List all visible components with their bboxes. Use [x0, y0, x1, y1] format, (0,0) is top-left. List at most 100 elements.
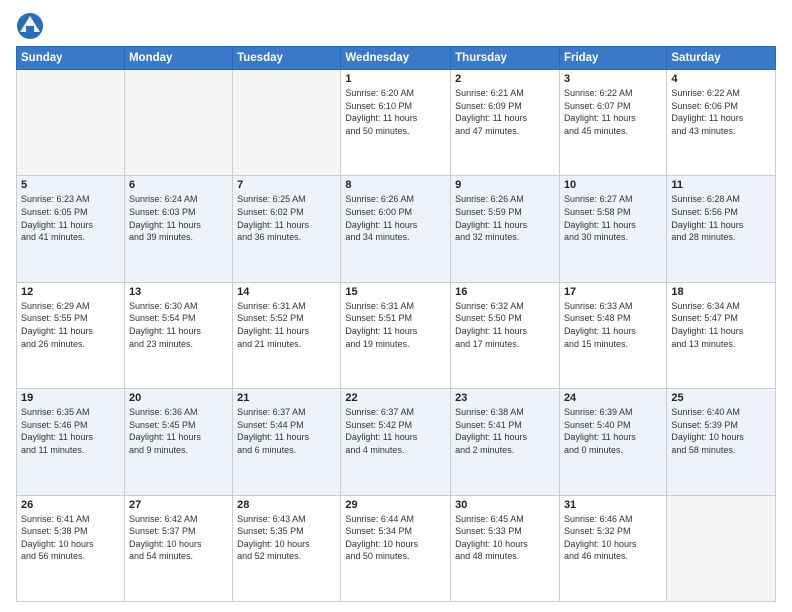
calendar-cell: 20Sunrise: 6:36 AM Sunset: 5:45 PM Dayli…: [124, 389, 232, 495]
day-number: 23: [455, 392, 555, 404]
day-number: 7: [237, 179, 336, 191]
day-info: Sunrise: 6:31 AM Sunset: 5:51 PM Dayligh…: [345, 300, 446, 350]
day-info: Sunrise: 6:41 AM Sunset: 5:38 PM Dayligh…: [21, 513, 120, 563]
calendar-cell: 29 Sunrise: 6:44 AM Sunset: 5:34 PM Dayli…: [341, 495, 451, 601]
calendar-cell: 2Sunrise: 6:21 AM Sunset: 6:09 PM Daylig…: [451, 70, 560, 176]
day-number: 11: [671, 179, 771, 191]
day-info: Sunrise: 6:45 AM Sunset: 5:33 PM Dayligh…: [455, 513, 555, 563]
header: [16, 12, 776, 40]
calendar-cell: 11Sunrise: 6:28 AM Sunset: 5:56 PM Dayli…: [667, 176, 776, 282]
day-number: 14: [237, 286, 336, 298]
day-info: Sunrise: 6:37 AM Sunset: 5:42 PM Dayligh…: [345, 406, 446, 456]
day-number: 8: [345, 179, 446, 191]
calendar-cell: 19 Sunrise: 6:35 AM Sunset: 5:46 PM Dayli…: [17, 389, 125, 495]
calendar-cell: 16 Sunrise: 6:32 AM Sunset: 5:50 PM Dayli…: [451, 282, 560, 388]
calendar-cell: 14 Sunrise: 6:31 AM Sunset: 5:52 PM Dayli…: [233, 282, 341, 388]
day-number: 10: [564, 179, 662, 191]
day-number: 30: [455, 499, 555, 511]
calendar-cell: 5 Sunrise: 6:23 AM Sunset: 6:05 PM Daylig…: [17, 176, 125, 282]
calendar-header-sunday: Sunday: [17, 47, 125, 70]
calendar-cell: 9 Sunrise: 6:26 AM Sunset: 5:59 PM Daylig…: [451, 176, 560, 282]
calendar-cell: 7Sunrise: 6:25 AM Sunset: 6:02 PM Daylig…: [233, 176, 341, 282]
day-info: Sunrise: 6:23 AM Sunset: 6:05 PM Dayligh…: [21, 193, 120, 243]
day-number: 2: [455, 73, 555, 85]
day-info: Sunrise: 6:37 AM Sunset: 5:44 PM Dayligh…: [237, 406, 336, 456]
day-info: Sunrise: 6:22 AM Sunset: 6:07 PM Dayligh…: [564, 87, 662, 137]
calendar-week-row: 26 Sunrise: 6:41 AM Sunset: 5:38 PM Dayli…: [17, 495, 776, 601]
day-info: Sunrise: 6:42 AM Sunset: 5:37 PM Dayligh…: [129, 513, 228, 563]
day-number: 24: [564, 392, 662, 404]
day-number: 4: [671, 73, 771, 85]
day-number: 26: [21, 499, 120, 511]
day-info: Sunrise: 6:35 AM Sunset: 5:46 PM Dayligh…: [21, 406, 120, 456]
calendar-cell: 6 Sunrise: 6:24 AM Sunset: 6:03 PM Daylig…: [124, 176, 232, 282]
logo-icon: [16, 12, 44, 40]
calendar-cell: 30 Sunrise: 6:45 AM Sunset: 5:33 PM Dayli…: [451, 495, 560, 601]
day-info: Sunrise: 6:44 AM Sunset: 5:34 PM Dayligh…: [345, 513, 446, 563]
day-number: 22: [345, 392, 446, 404]
calendar-header-saturday: Saturday: [667, 47, 776, 70]
day-info: Sunrise: 6:29 AM Sunset: 5:55 PM Dayligh…: [21, 300, 120, 350]
calendar-cell: 31Sunrise: 6:46 AM Sunset: 5:32 PM Dayli…: [559, 495, 666, 601]
day-number: 29: [345, 499, 446, 511]
day-info: Sunrise: 6:38 AM Sunset: 5:41 PM Dayligh…: [455, 406, 555, 456]
day-info: Sunrise: 6:32 AM Sunset: 5:50 PM Dayligh…: [455, 300, 555, 350]
day-number: 13: [129, 286, 228, 298]
day-number: 9: [455, 179, 555, 191]
calendar-cell: 10 Sunrise: 6:27 AM Sunset: 5:58 PM Dayli…: [559, 176, 666, 282]
calendar-cell: 26 Sunrise: 6:41 AM Sunset: 5:38 PM Dayli…: [17, 495, 125, 601]
day-info: Sunrise: 6:36 AM Sunset: 5:45 PM Dayligh…: [129, 406, 228, 456]
day-info: Sunrise: 6:20 AM Sunset: 6:10 PM Dayligh…: [345, 87, 446, 137]
calendar-week-row: 19 Sunrise: 6:35 AM Sunset: 5:46 PM Dayli…: [17, 389, 776, 495]
day-info: Sunrise: 6:27 AM Sunset: 5:58 PM Dayligh…: [564, 193, 662, 243]
calendar-week-row: 1 Sunrise: 6:20 AM Sunset: 6:10 PM Daylig…: [17, 70, 776, 176]
day-number: 27: [129, 499, 228, 511]
calendar-cell: 15 Sunrise: 6:31 AM Sunset: 5:51 PM Dayli…: [341, 282, 451, 388]
day-info: Sunrise: 6:43 AM Sunset: 5:35 PM Dayligh…: [237, 513, 336, 563]
calendar-header-friday: Friday: [559, 47, 666, 70]
calendar-cell: 28Sunrise: 6:43 AM Sunset: 5:35 PM Dayli…: [233, 495, 341, 601]
calendar-header-monday: Monday: [124, 47, 232, 70]
calendar-cell: [233, 70, 341, 176]
day-number: 21: [237, 392, 336, 404]
calendar-cell: 24 Sunrise: 6:39 AM Sunset: 5:40 PM Dayli…: [559, 389, 666, 495]
day-number: 19: [21, 392, 120, 404]
day-number: 25: [671, 392, 771, 404]
day-info: Sunrise: 6:26 AM Sunset: 5:59 PM Dayligh…: [455, 193, 555, 243]
day-number: 17: [564, 286, 662, 298]
calendar-cell: 4Sunrise: 6:22 AM Sunset: 6:06 PM Daylig…: [667, 70, 776, 176]
calendar-cell: 8 Sunrise: 6:26 AM Sunset: 6:00 PM Daylig…: [341, 176, 451, 282]
day-number: 1: [345, 73, 446, 85]
calendar-cell: 12 Sunrise: 6:29 AM Sunset: 5:55 PM Dayli…: [17, 282, 125, 388]
day-number: 15: [345, 286, 446, 298]
calendar-header-row: SundayMondayTuesdayWednesdayThursdayFrid…: [17, 47, 776, 70]
day-info: Sunrise: 6:24 AM Sunset: 6:03 PM Dayligh…: [129, 193, 228, 243]
calendar-week-row: 5 Sunrise: 6:23 AM Sunset: 6:05 PM Daylig…: [17, 176, 776, 282]
calendar-week-row: 12 Sunrise: 6:29 AM Sunset: 5:55 PM Dayli…: [17, 282, 776, 388]
page: SundayMondayTuesdayWednesdayThursdayFrid…: [0, 0, 792, 612]
day-info: Sunrise: 6:26 AM Sunset: 6:00 PM Dayligh…: [345, 193, 446, 243]
day-info: Sunrise: 6:46 AM Sunset: 5:32 PM Dayligh…: [564, 513, 662, 563]
calendar-cell: 18Sunrise: 6:34 AM Sunset: 5:47 PM Dayli…: [667, 282, 776, 388]
day-number: 5: [21, 179, 120, 191]
calendar-cell: [124, 70, 232, 176]
calendar-cell: 21 Sunrise: 6:37 AM Sunset: 5:44 PM Dayli…: [233, 389, 341, 495]
day-number: 6: [129, 179, 228, 191]
calendar-cell: 3Sunrise: 6:22 AM Sunset: 6:07 PM Daylig…: [559, 70, 666, 176]
day-info: Sunrise: 6:33 AM Sunset: 5:48 PM Dayligh…: [564, 300, 662, 350]
calendar-cell: 25 Sunrise: 6:40 AM Sunset: 5:39 PM Dayli…: [667, 389, 776, 495]
day-number: 12: [21, 286, 120, 298]
day-info: Sunrise: 6:31 AM Sunset: 5:52 PM Dayligh…: [237, 300, 336, 350]
calendar-header-wednesday: Wednesday: [341, 47, 451, 70]
day-info: Sunrise: 6:39 AM Sunset: 5:40 PM Dayligh…: [564, 406, 662, 456]
day-info: Sunrise: 6:40 AM Sunset: 5:39 PM Dayligh…: [671, 406, 771, 456]
calendar-cell: [667, 495, 776, 601]
calendar-cell: 23 Sunrise: 6:38 AM Sunset: 5:41 PM Dayli…: [451, 389, 560, 495]
logo: [16, 12, 46, 40]
day-number: 16: [455, 286, 555, 298]
calendar-header-tuesday: Tuesday: [233, 47, 341, 70]
calendar-cell: 1 Sunrise: 6:20 AM Sunset: 6:10 PM Daylig…: [341, 70, 451, 176]
calendar-table: SundayMondayTuesdayWednesdayThursdayFrid…: [16, 46, 776, 602]
day-info: Sunrise: 6:30 AM Sunset: 5:54 PM Dayligh…: [129, 300, 228, 350]
calendar-header-thursday: Thursday: [451, 47, 560, 70]
